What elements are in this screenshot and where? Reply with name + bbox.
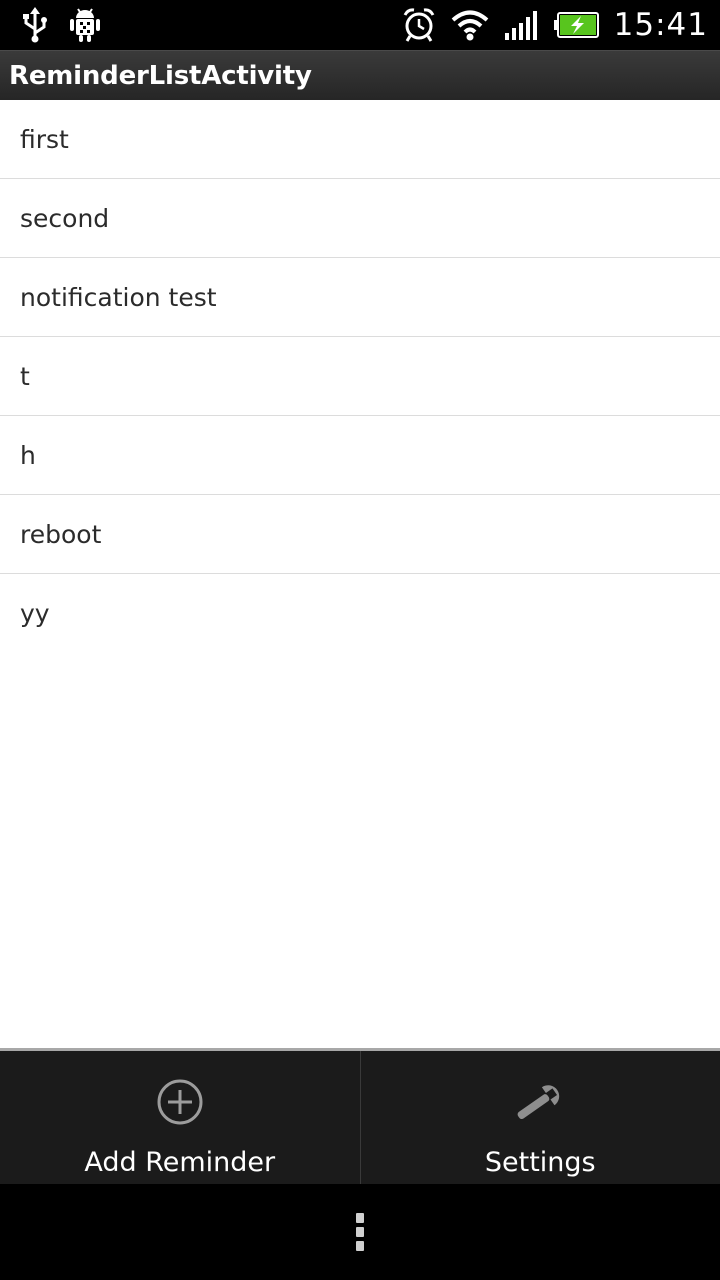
list-item[interactable]: first: [0, 100, 720, 179]
nav-bar: [0, 1184, 720, 1280]
add-circle-icon: [156, 1077, 204, 1127]
usb-icon: [20, 7, 50, 43]
list-item[interactable]: yy: [0, 574, 720, 653]
status-left: [20, 7, 120, 43]
list-item[interactable]: t: [0, 337, 720, 416]
list-item-label: t: [20, 361, 30, 391]
list-item[interactable]: second: [0, 179, 720, 258]
list-item[interactable]: h: [0, 416, 720, 495]
battery-charging-icon: [553, 12, 600, 38]
reminder-list: first second notification test t h reboo…: [0, 100, 720, 653]
status-right: 15:41: [388, 7, 708, 43]
page-title: ReminderListActivity: [9, 60, 312, 91]
status-clock: 15:41: [613, 7, 708, 43]
list-item[interactable]: notification test: [0, 258, 720, 337]
wrench-icon: [510, 1077, 570, 1127]
list-item-label: reboot: [20, 519, 102, 549]
list-item-label: second: [20, 203, 110, 233]
settings-button[interactable]: Settings: [359, 1051, 720, 1184]
overflow-menu-icon[interactable]: [356, 1211, 364, 1253]
list-item[interactable]: reboot: [0, 495, 720, 574]
signal-icon: [504, 9, 540, 41]
wifi-icon: [450, 8, 490, 42]
add-reminder-label: Add Reminder: [84, 1147, 276, 1178]
bottom-action-bar: Add Reminder Settings: [0, 1048, 720, 1184]
settings-label: Settings: [484, 1147, 596, 1178]
list-item-label: first: [20, 124, 69, 154]
list-item-label: h: [20, 440, 36, 470]
add-reminder-button[interactable]: Add Reminder: [0, 1051, 360, 1184]
status-bar: 15:41: [0, 0, 720, 50]
list-item-label: yy: [20, 599, 50, 628]
list-item-label: notification test: [20, 282, 217, 312]
alarm-icon: [402, 7, 436, 43]
screen: 15:41 ReminderListActivity first second …: [0, 0, 720, 1280]
title-bar: ReminderListActivity: [0, 50, 720, 100]
android-debug-icon: [68, 7, 102, 43]
